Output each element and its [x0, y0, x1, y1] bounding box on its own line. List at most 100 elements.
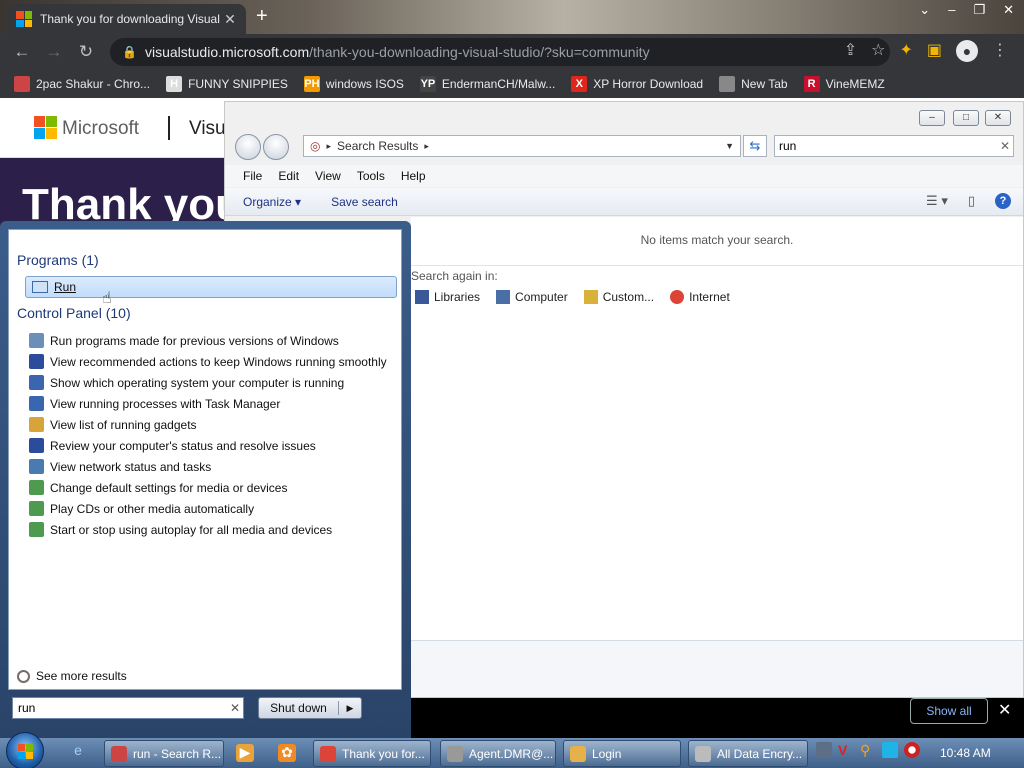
preview-pane-icon[interactable]: ▯ — [968, 193, 975, 209]
control-panel-item[interactable]: Play CDs or other media automatically — [29, 498, 399, 519]
taskbar-item[interactable]: Login — [563, 740, 681, 767]
see-more-results-link[interactable]: See more results — [17, 669, 127, 683]
bookmark-item[interactable]: YP EndermanCH/Malw... — [419, 76, 555, 92]
clear-search-icon[interactable]: ✕ — [997, 139, 1013, 153]
profile-avatar-icon[interactable]: ● — [956, 40, 978, 62]
start-search-box[interactable]: ✕ — [12, 697, 244, 719]
extensions-icon[interactable]: ✦ — [899, 40, 912, 62]
brand-name[interactable]: Microsoft — [62, 118, 139, 140]
save-search-button[interactable]: Save search — [331, 195, 398, 209]
menu-item-help[interactable]: Help — [393, 165, 434, 187]
control-panel-item[interactable]: Review your computer's status and resolv… — [29, 435, 399, 456]
search-again-internet[interactable]: Internet — [670, 290, 730, 304]
taskbar-item[interactable]: Agent.DMR@... — [440, 740, 556, 767]
refresh-icon[interactable]: ⇆ — [743, 135, 767, 157]
antivirus-icon[interactable]: V — [838, 742, 854, 758]
control-panel-item[interactable]: View running processes with Task Manager — [29, 393, 399, 414]
taskbar-item[interactable]: run - Search R... — [104, 740, 224, 767]
change-view-icon[interactable]: ☰ ▾ — [926, 193, 948, 209]
side-panel-icon[interactable]: ▣ — [927, 40, 942, 62]
control-panel-item[interactable]: Show which operating system your compute… — [29, 372, 399, 393]
back-icon[interactable]: ← — [6, 42, 38, 62]
explorer-title-bar[interactable]: – □ ✕ — [225, 102, 1023, 130]
start-button[interactable] — [6, 732, 44, 768]
control-panel-item[interactable]: Change default settings for media or dev… — [29, 477, 399, 498]
new-tab-icon[interactable]: + — [256, 6, 268, 26]
chevron-down-icon[interactable]: ▼ — [725, 141, 734, 151]
chevron-right-icon[interactable]: ▸ — [326, 141, 331, 152]
bookmark-item[interactable]: 2pac Shakur - Chro... — [14, 76, 150, 92]
volume-icon[interactable] — [904, 742, 920, 758]
chevron-right-icon[interactable]: ▸ — [424, 141, 429, 152]
bookmark-item[interactable]: New Tab — [719, 76, 788, 92]
taskbar-clock[interactable]: 10:48 AM — [940, 746, 991, 760]
control-panel-icon — [29, 522, 44, 537]
search-again-custom[interactable]: Custom... — [583, 290, 654, 304]
menu-item-tools[interactable]: Tools — [349, 165, 393, 187]
breadcrumb[interactable]: ◎ ▸ Search Results ▸ ▼ — [303, 135, 741, 157]
back-icon[interactable] — [235, 134, 261, 160]
organize-button[interactable]: Organize ▾ — [243, 195, 301, 209]
minimize-icon[interactable]: – — [919, 110, 945, 126]
search-again-computer[interactable]: Computer — [496, 290, 568, 304]
tray-app-icon[interactable] — [816, 742, 832, 758]
search-icon — [17, 669, 30, 683]
bookmark-item[interactable]: H FUNNY SNIPPIES — [166, 76, 288, 92]
paint-icon[interactable]: ✿ — [278, 744, 296, 762]
control-panel-label: View list of running gadgets — [50, 417, 197, 432]
media-player-icon[interactable]: ▶ — [236, 744, 254, 762]
close-icon[interactable]: ✕ — [985, 110, 1011, 126]
menu-item-view[interactable]: View — [307, 165, 349, 187]
control-panel-label: Play CDs or other media automatically — [50, 501, 255, 516]
bookmark-item[interactable]: PH windows ISOS — [303, 76, 404, 92]
address-bar[interactable]: 🔒 visualstudio.microsoft.com /thank-you-… — [110, 38, 890, 66]
search-again-list: Libraries Computer Custom... Internet — [415, 290, 730, 304]
program-run[interactable]: Run — [25, 276, 397, 298]
close-tab-icon[interactable]: ✕ — [222, 11, 238, 28]
control-panel-item[interactable]: View recommended actions to keep Windows… — [29, 351, 399, 372]
search-again-libraries[interactable]: Libraries — [415, 290, 480, 304]
menu-item-file[interactable]: File — [235, 165, 270, 187]
browser-tab[interactable]: Thank you for downloading Visual ✕ — [8, 4, 246, 34]
programs-header[interactable]: Programs (1) — [17, 252, 99, 268]
control-panel-item[interactable]: View list of running gadgets — [29, 414, 399, 435]
maximize-icon[interactable]: □ — [953, 110, 979, 126]
product-name[interactable]: Visu — [189, 118, 226, 140]
bookmarks-bar: 2pac Shakur - Chro... H FUNNY SNIPPIES PH wi… — [0, 70, 1024, 98]
bookmark-item[interactable]: X XP Horror Download — [571, 76, 703, 92]
reload-icon[interactable]: ↻ — [70, 42, 102, 62]
control-panel-item[interactable]: Start or stop using autoplay for all med… — [29, 519, 399, 540]
menu-icon[interactable]: ⋮ — [992, 40, 1008, 62]
explorer-search-box[interactable]: ✕ — [774, 135, 1014, 157]
breadcrumb-item[interactable]: Search Results — [337, 139, 418, 153]
clear-search-icon[interactable]: ✕ — [227, 701, 243, 715]
forward-icon[interactable] — [263, 134, 289, 160]
close-download-bar-icon[interactable]: ✕ — [998, 700, 1011, 720]
start-search-input[interactable] — [18, 701, 227, 715]
forward-icon[interactable]: → — [38, 42, 70, 62]
maximize-icon[interactable]: ❐ — [973, 2, 985, 18]
control-panel-header[interactable]: Control Panel (10) — [17, 305, 131, 321]
control-panel-item[interactable]: View network status and tasks — [29, 456, 399, 477]
minimize-icon[interactable]: – — [948, 2, 955, 18]
taskbar-item[interactable]: All Data Encry... — [688, 740, 808, 767]
close-icon[interactable]: ✕ — [1003, 2, 1014, 18]
menu-item-edit[interactable]: Edit — [270, 165, 307, 187]
chevron-down-icon[interactable]: ⌄ — [919, 2, 930, 18]
taskbar-item[interactable]: Thank you for... — [313, 740, 431, 767]
bookmark-item[interactable]: R VineMEMZ — [803, 76, 885, 92]
show-all-button[interactable]: Show all — [910, 698, 988, 724]
help-icon[interactable]: ? — [995, 193, 1011, 209]
bookmark-icon: H — [166, 76, 183, 92]
internet-explorer-icon[interactable]: e — [66, 742, 90, 764]
share-icon[interactable]: ⇪ — [844, 40, 857, 62]
microsoft-logo-icon[interactable] — [34, 116, 57, 139]
display-icon[interactable] — [882, 742, 898, 758]
shutdown-button[interactable]: Shut down ▶ — [258, 697, 362, 719]
explorer-search-input[interactable] — [779, 139, 997, 153]
search-tray-icon[interactable]: ⚲ — [860, 742, 876, 758]
control-panel-item[interactable]: Run programs made for previous versions … — [29, 330, 399, 351]
bookmark-star-icon[interactable]: ☆ — [871, 40, 885, 62]
bookmark-label: FUNNY SNIPPIES — [188, 77, 288, 91]
chevron-right-icon[interactable]: ▶ — [339, 703, 361, 714]
